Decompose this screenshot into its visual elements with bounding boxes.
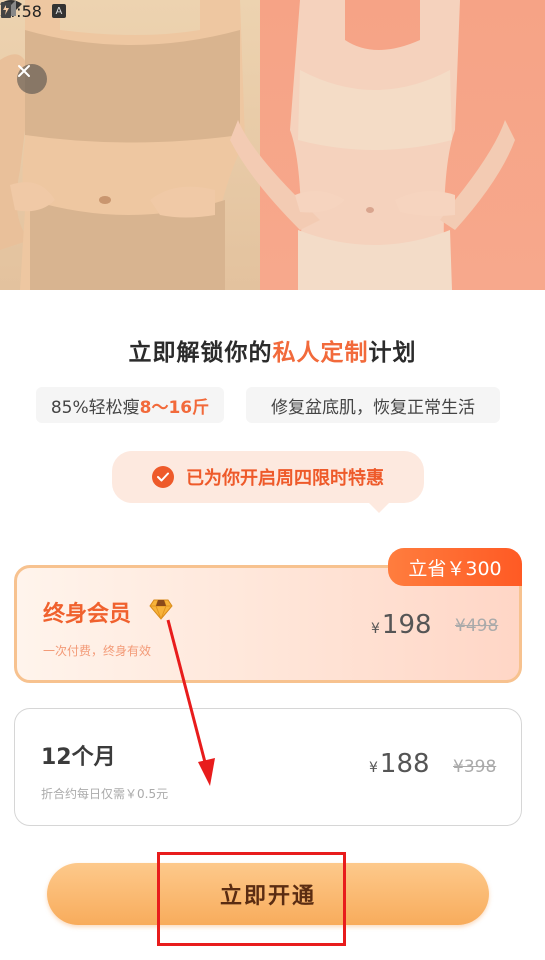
plan-price: ¥188 [369,749,430,779]
price-value: 188 [379,749,430,779]
price-value: 198 [381,610,432,640]
benefit-tag-text: 修复盆底肌，恢复正常生活 [271,397,475,418]
plan-name: 12个月 [41,745,116,770]
notification-badge-icon: A [51,4,66,18]
benefit-tag-weight-loss: 85%轻松瘦 8～16斤 [36,387,224,423]
savings-badge: 立省￥300 [388,548,522,586]
check-circle-icon [152,466,174,488]
diamond-icon [149,599,173,620]
promo-bubble: 已为你开启周四限时特惠 [112,451,424,513]
benefit-tag-text: 85%轻松瘦 [50,397,140,418]
page-title: 立即解锁你的私人定制计划 [0,333,545,367]
hero-image: 4:58 A [0,0,545,290]
plan-option-lifetime[interactable]: 立省￥300 终身会员 一次付费，终身有效 ¥198 ¥498 [14,548,522,683]
plan-price: ¥198 [371,610,432,640]
currency-symbol: ¥ [371,621,380,637]
plan-subtitle: 一次付费，终身有效 [43,644,152,658]
original-price: ¥498 [455,616,499,636]
activate-button[interactable]: 立即开通 [47,863,489,925]
battery-icon [1,2,11,18]
benefit-tag-highlight: 8～16斤 [139,397,210,418]
close-icon [18,65,30,77]
plan-subtitle: 折合约每日仅需￥0.5元 [41,787,169,801]
promo-text: 已为你开启周四限时特惠 [186,468,384,489]
title-highlight: 私人定制 [272,340,369,366]
hero-illustration [0,0,515,290]
plan-name: 终身会员 [43,602,132,627]
close-button[interactable] [17,64,47,94]
benefit-tag-pelvic-floor: 修复盆底肌，恢复正常生活 [246,387,500,423]
original-price: ¥398 [453,757,497,777]
plan-option-12-months[interactable]: 12个月 折合约每日仅需￥0.5元 ¥188 ¥398 [14,708,522,826]
title-suffix: 计划 [368,340,417,366]
status-bar: 4:58 A [0,0,545,22]
title-prefix: 立即解锁你的 [128,340,273,366]
currency-symbol: ¥ [369,760,378,776]
